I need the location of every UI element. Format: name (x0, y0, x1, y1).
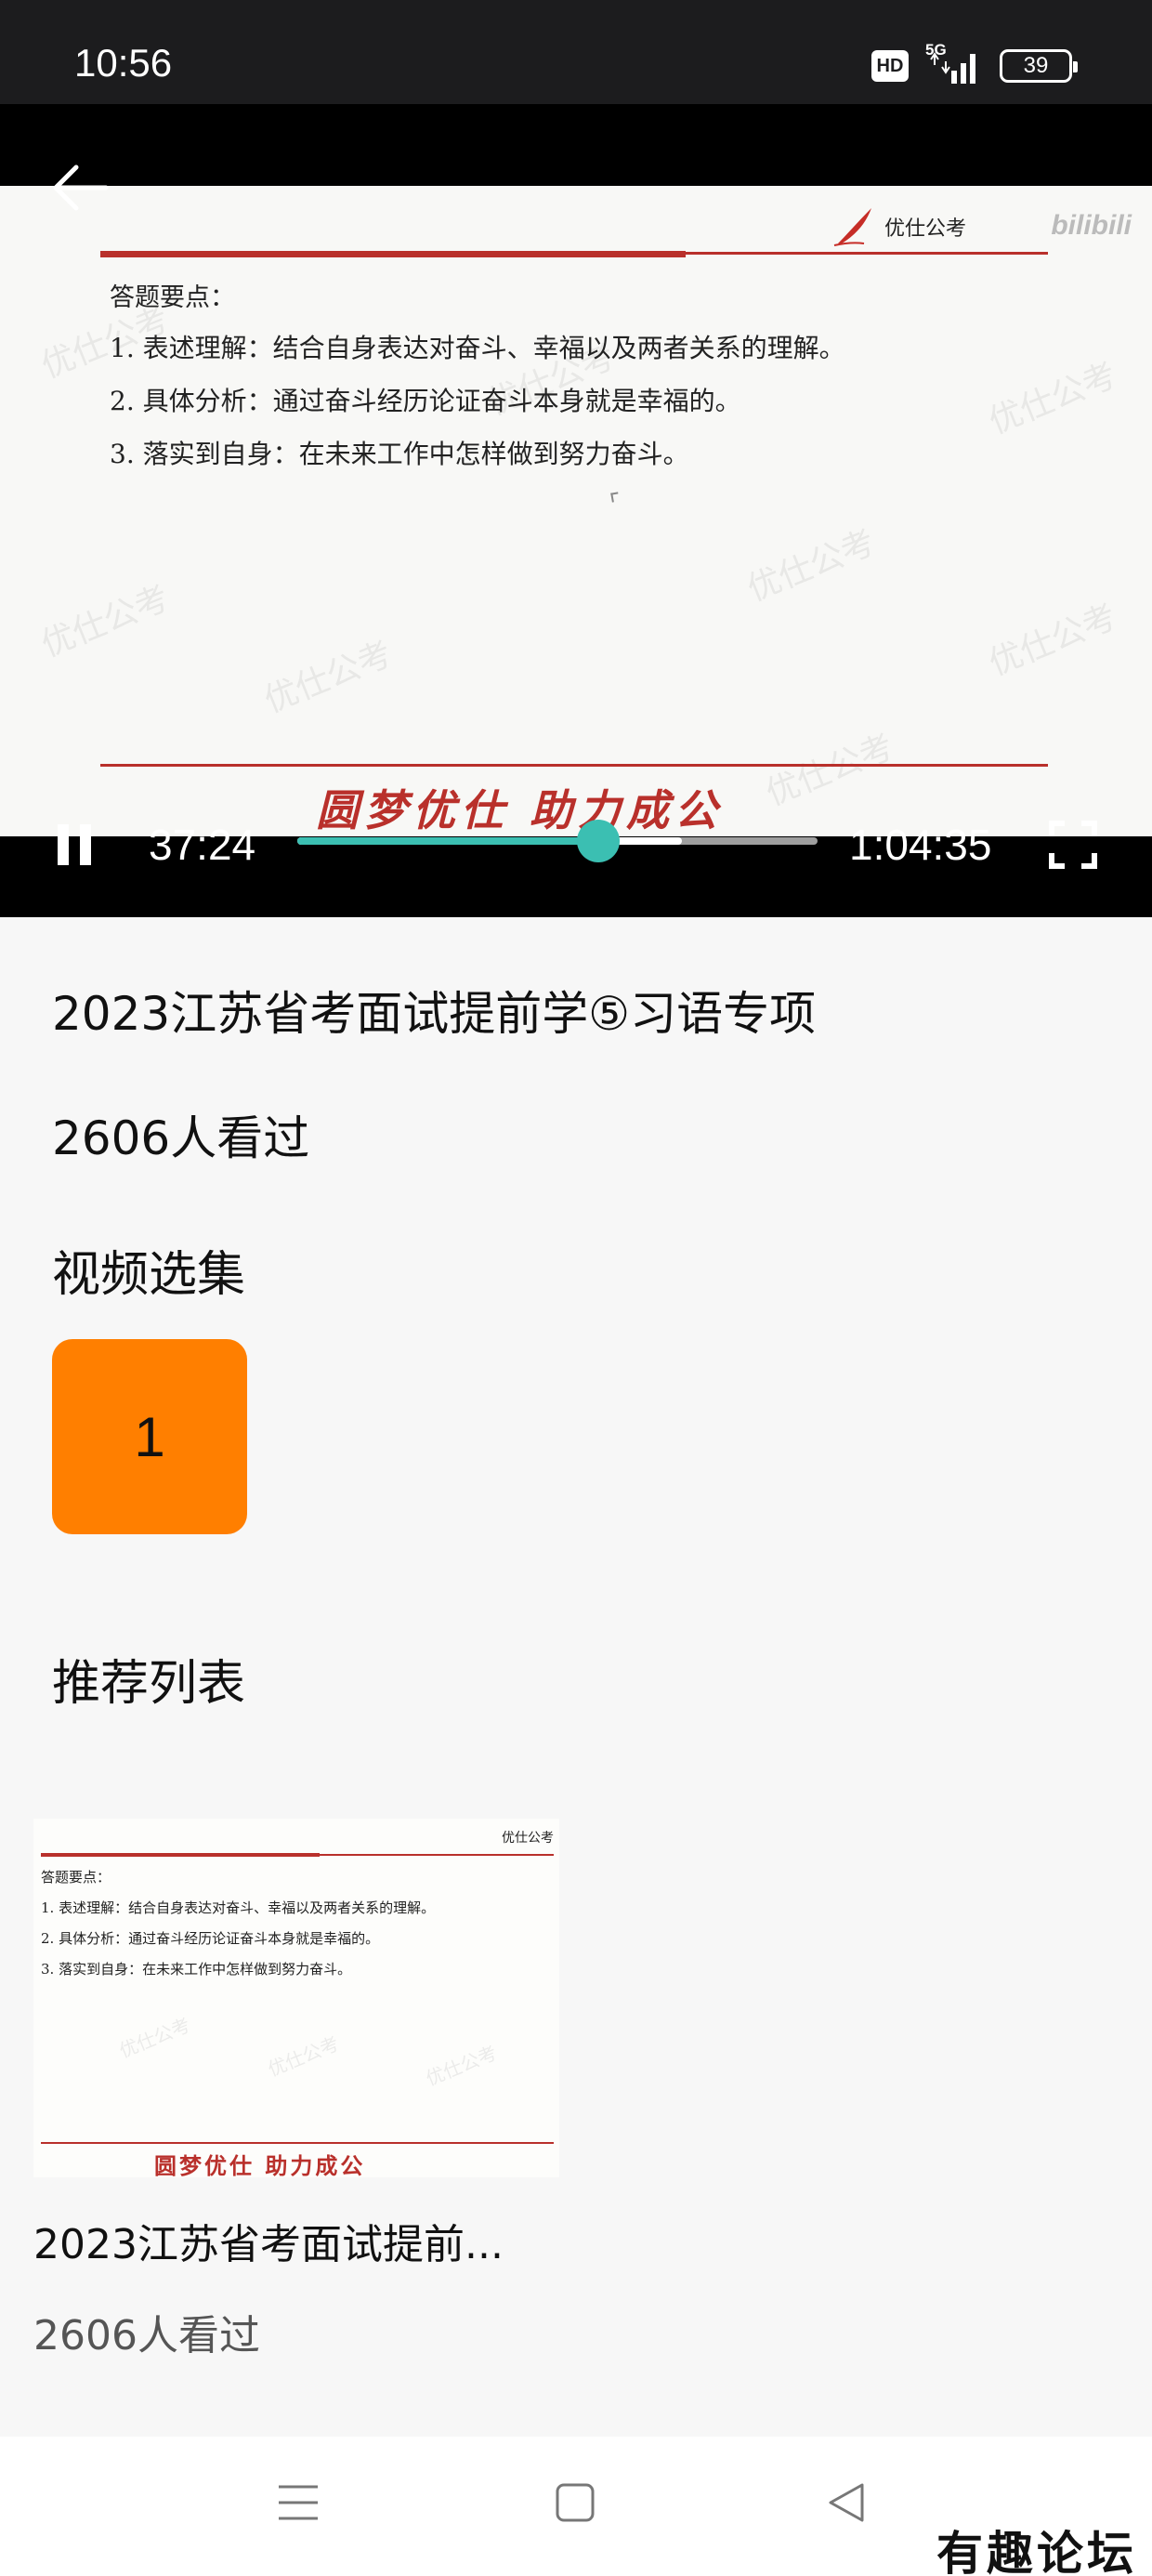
thumb-point: 2. 具体分析：通过奋斗经历论证奋斗本身就是幸福的。 (41, 1930, 380, 1947)
fullscreen-icon[interactable] (1048, 820, 1098, 874)
recommend-item-title[interactable]: 2023江苏省考面试提前... (33, 2211, 554, 2270)
thumb-heading: 答题要点： (41, 1869, 111, 1886)
thumb-slogan: 圆梦优仕 助力成公 (154, 2152, 366, 2177)
current-time: 37:24 (149, 821, 256, 869)
video-title: 2023江苏省考面试提前学⑤习语专项 (52, 987, 817, 1041)
quill-icon (833, 208, 871, 246)
recommend-card[interactable]: 优仕公考 优仕公考 优仕公考 优仕公考 答题要点： 1. 表述理解：结合自身表达… (33, 1819, 559, 2361)
network-type: 5G (925, 41, 947, 59)
status-icons: HD 5G 39 (871, 41, 1078, 85)
thumb-content: 答题要点： 1. 表述理解：结合自身表达对奋斗、幸福以及两者关系的理解。 2. … (41, 1867, 435, 1990)
slide-point: 3. 落实到自身：在未来工作中怎样做到努力奋斗。 (110, 439, 689, 469)
recommend-thumbnail[interactable]: 优仕公考 优仕公考 优仕公考 优仕公考 答题要点： 1. 表述理解：结合自身表达… (33, 1819, 559, 2177)
slide-point: 1. 表述理解：结合自身表达对奋斗、幸福以及两者关系的理解。 (110, 333, 845, 363)
slide-logo-text: 优仕公考 (884, 217, 966, 241)
episode-number: 1 (134, 1405, 165, 1468)
forum-watermark: 有趣论坛 (936, 2526, 1137, 2576)
slide-content: 答题要点： 1. 表述理解：结合自身表达对奋斗、幸福以及两者关系的理解。 2. … (110, 277, 845, 487)
pause-icon[interactable] (54, 822, 95, 871)
video-frame[interactable]: 优仕公考 优仕公考 优仕公考 优仕公考 优仕公考 优仕公考 优仕公考 优仕公考 … (0, 186, 1152, 836)
slide-heading: 答题要点： (110, 283, 235, 312)
battery-icon: 39 (1000, 49, 1078, 83)
mouse-cursor-icon (610, 492, 620, 503)
status-bar: 10:56 HD 5G 39 (0, 0, 1152, 104)
video-player[interactable]: 优仕公考 优仕公考 优仕公考 优仕公考 优仕公考 优仕公考 优仕公考 优仕公考 … (0, 104, 1152, 917)
slide-divider-accent (100, 251, 686, 257)
episode-button[interactable]: 1 (52, 1339, 247, 1534)
progress-thumb[interactable] (577, 820, 621, 862)
slide-divider-bottom (100, 764, 1048, 767)
thumb-logo: 优仕公考 (502, 1831, 554, 1846)
back-arrow-icon[interactable] (48, 160, 113, 216)
progress-played (297, 837, 599, 845)
thumb-divider-accent (41, 1853, 320, 1857)
home-icon[interactable] (554, 2481, 596, 2528)
battery-level: 39 (1023, 53, 1049, 78)
progress-bar[interactable] (297, 820, 818, 862)
view-count: 2606人看过 (52, 1111, 310, 1165)
slide-point: 2. 具体分析：通过奋斗经历论证奋斗本身就是幸福的。 (110, 386, 741, 416)
hd-badge: HD (871, 50, 909, 82)
duration: 1:04:35 (849, 821, 992, 869)
thumb-point: 1. 表述理解：结合自身表达对奋斗、幸福以及两者关系的理解。 (41, 1899, 436, 1916)
status-time: 10:56 (74, 41, 173, 85)
menu-icon[interactable] (277, 2481, 320, 2528)
slide-logo: 优仕公考 (832, 206, 966, 247)
recommend-title: 推荐列表 (52, 1656, 246, 1712)
thumb-point: 3. 落实到自身：在未来工作中怎样做到努力奋斗。 (41, 1961, 352, 1978)
recommend-item-views: 2606人看过 (33, 2312, 260, 2359)
player-controls: 37:24 1:04:35 (0, 820, 1152, 917)
signal-icon: 5G (925, 41, 983, 85)
thumb-divider-bottom (41, 2142, 554, 2144)
episodes-title: 视频选集 (52, 1247, 246, 1303)
back-triangle-icon[interactable] (825, 2481, 868, 2528)
bilibili-watermark: bilibili (1051, 210, 1132, 241)
